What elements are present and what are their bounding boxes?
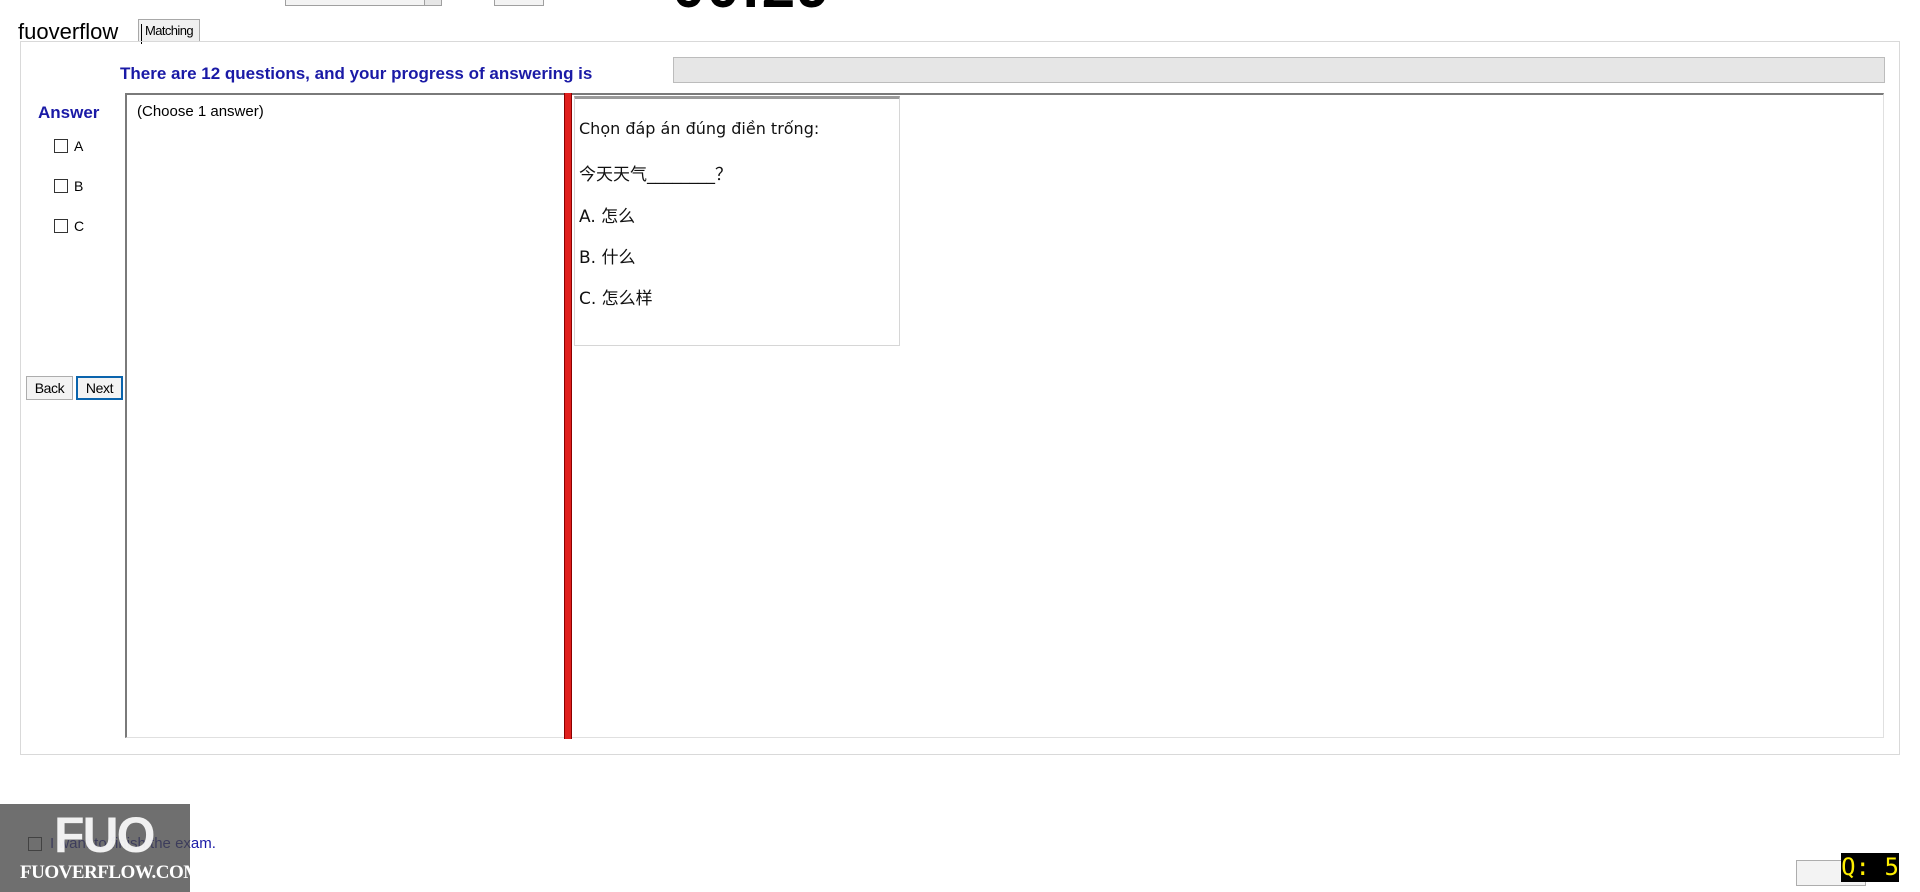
answer-option-b[interactable]: B (54, 178, 83, 194)
checkbox-c[interactable] (54, 219, 68, 233)
answer-option-label: B (74, 178, 84, 194)
question-content: Chọn đáp án đúng điền trống: 今天天气_______… (574, 96, 900, 346)
question-number-badge: Q: 5 (1841, 853, 1899, 882)
question-sentence: 今天天气________？ (579, 165, 732, 185)
exam-timer: 00:29 (672, 0, 830, 21)
answer-option-label: C (74, 218, 85, 234)
watermark-logo: FUO (54, 807, 156, 863)
checkbox-a[interactable] (54, 139, 68, 153)
top-combo-box[interactable] (285, 0, 442, 6)
top-small-control[interactable] (494, 0, 544, 6)
tab-matching[interactable]: Matching (138, 19, 200, 42)
answer-heading: Answer (38, 103, 100, 122)
chevron-down-icon[interactable] (424, 0, 441, 5)
answer-option-a[interactable]: A (54, 138, 83, 154)
choose-hint: (Choose 1 answer) (137, 103, 264, 120)
answer-option-label: A (74, 138, 84, 154)
question-choice-c: C. 怎么样 (579, 289, 653, 309)
question-choice-b: B. 什么 (579, 248, 636, 268)
back-button[interactable]: Back (26, 376, 73, 400)
pane-splitter[interactable] (564, 93, 572, 739)
fuoverflow-watermark: FUO FUOVERFLOW.COM (0, 804, 201, 892)
question-choice-a: A. 怎么 (579, 207, 636, 227)
checkbox-b[interactable] (54, 179, 68, 193)
question-prompt: Chọn đáp án đúng điền trống: (579, 119, 820, 138)
progress-bar (673, 57, 1885, 83)
answer-pane: (Choose 1 answer) (125, 93, 567, 738)
answer-option-c[interactable]: C (54, 218, 84, 234)
watermark-site: FUOVERFLOW.COM (20, 862, 201, 883)
next-button[interactable]: Next (76, 376, 123, 400)
progress-label: There are 12 questions, and your progres… (120, 64, 593, 83)
